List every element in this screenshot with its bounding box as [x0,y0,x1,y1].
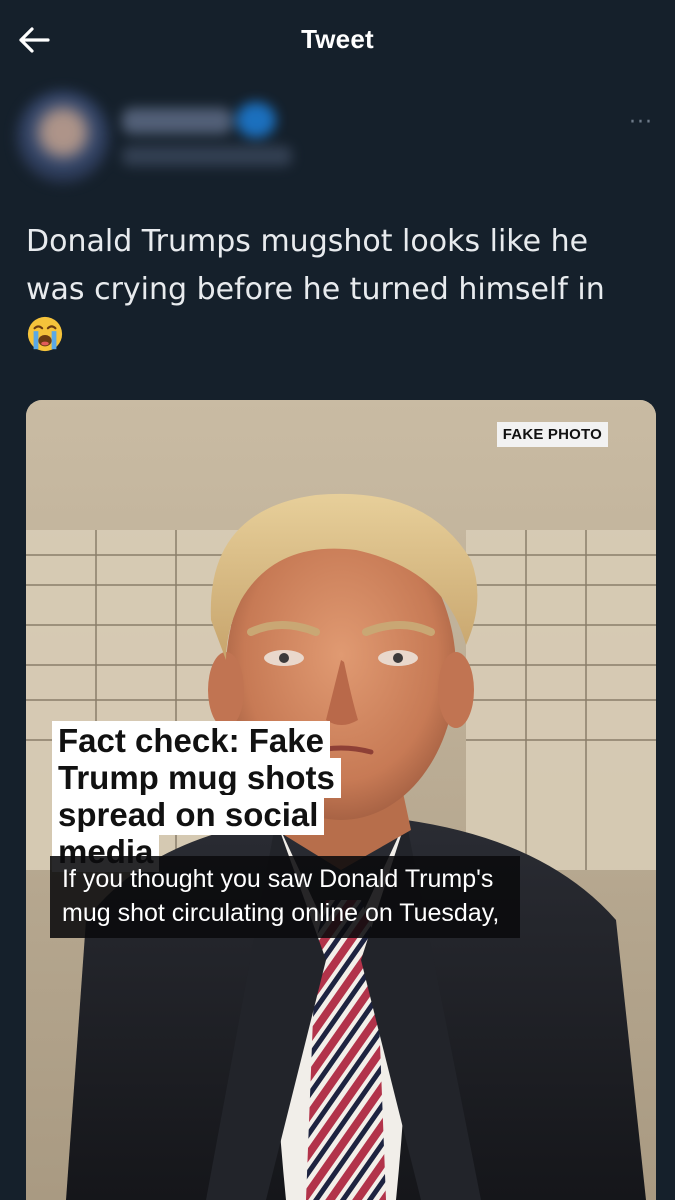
loudly-crying-face-icon [27,316,63,352]
page-title: Tweet [301,24,374,54]
author-handle [122,146,292,166]
author-name [122,108,232,134]
verified-badge-icon [236,102,276,138]
tweet-media-video[interactable]: FAKE PHOTO Fact check: Fake Trump mug sh… [26,400,656,1200]
fake-photo-badge: FAKE PHOTO [496,422,608,447]
tweet-body: Donald Trumps mugshot looks like he was … [26,218,656,362]
avatar[interactable] [16,90,110,184]
tweet-author[interactable] [14,88,574,188]
tweet-text: Donald Trumps mugshot looks like he was … [26,224,605,307]
video-caption: If you thought you saw Donald Trump's mu… [50,856,520,938]
headline-line: Trump mug shots [52,758,341,798]
headline: Fact check: Fake Trump mug shots spread … [52,721,412,872]
top-bar: Tweet [0,0,675,80]
headline-line: Fact check: Fake [52,721,330,761]
tweet-screen: Tweet ··· Donald Trumps mugshot looks li… [0,0,675,1200]
more-options-icon[interactable]: ··· [629,110,653,135]
